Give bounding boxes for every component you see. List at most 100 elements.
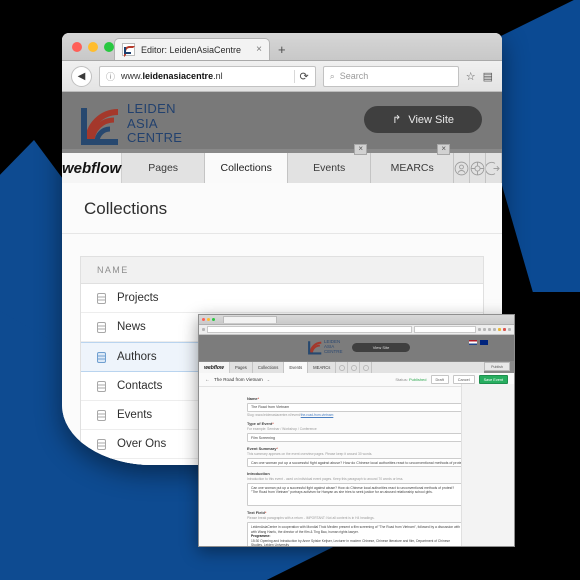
address-bar-value: www.leidenasiacentre.nl	[121, 71, 223, 81]
language-flags[interactable]	[469, 340, 488, 345]
nested-search-input[interactable]	[414, 326, 476, 333]
nested-account-icon[interactable]	[336, 362, 349, 373]
collection-name: Authors	[117, 351, 157, 363]
nested-menu-icon[interactable]	[508, 328, 511, 331]
nested-breadcrumb: The Road from Vietnam	[214, 377, 263, 382]
nested-publish-button[interactable]: Publish	[484, 362, 510, 371]
window-controls[interactable]	[72, 42, 114, 52]
search-icon: ⌕	[329, 70, 335, 81]
tab-pages[interactable]: Pages	[122, 153, 206, 183]
nested-toolbar-icon[interactable]	[488, 328, 491, 331]
nested-item-actions: Status: Published Draft Cancel Save Even…	[395, 375, 508, 384]
field-label-introduction: Introduction	[247, 471, 270, 476]
field-help-text-field: Please break paragraphs with a return - …	[247, 516, 375, 520]
field-input-name[interactable]: The Road from Vietnam	[247, 402, 466, 412]
reader-mode-icon[interactable]: ▤	[483, 70, 493, 83]
nested-webflow-logo[interactable]: webflow	[199, 362, 230, 373]
collection-icon	[97, 292, 106, 304]
tab-pages-label: Pages	[148, 162, 179, 174]
nested-browser-tab[interactable]	[223, 316, 277, 323]
back-button[interactable]: ◀	[71, 65, 92, 87]
field-label-type-of-event: Type of Event*	[247, 421, 274, 426]
column-header-name: NAME	[97, 265, 129, 275]
nested-close-window-button[interactable]	[202, 318, 205, 321]
field-slug-name: Slug: www.leidenasiacentre.nl/event/the-…	[247, 413, 334, 417]
nested-minimize-window-button[interactable]	[207, 318, 210, 321]
nested-help-icon[interactable]	[348, 362, 361, 373]
field-label-event-summary: Event Summary*	[247, 446, 278, 451]
nested-tab-collections[interactable]: Collections	[252, 362, 285, 373]
nested-logout-icon[interactable]	[360, 362, 373, 373]
nested-back-icon[interactable]	[202, 328, 205, 331]
minimize-window-button[interactable]	[88, 42, 98, 52]
collection-icon	[97, 351, 106, 363]
screenshot-stage: Editor: LeidenAsiaCentre × + ◀ ⓘ www.lei…	[0, 0, 580, 580]
nested-logo: LEIDEN ASIA CENTRE	[307, 339, 343, 355]
close-window-button[interactable]	[72, 42, 82, 52]
nested-titlebar	[199, 315, 514, 325]
nested-tabbar-spacer	[372, 362, 484, 373]
chevron-down-icon[interactable]: ⌄	[267, 377, 270, 382]
rich-line: LeidenAsiaCentre in cooperation with Mon…	[251, 525, 460, 534]
maximize-window-button[interactable]	[104, 42, 114, 52]
tab-mearcs[interactable]: MEARCs ×	[371, 144, 455, 183]
nested-tab-events[interactable]: Events	[284, 362, 309, 373]
webflow-logo[interactable]: webflow	[62, 153, 123, 183]
nested-back-icon[interactable]: ←	[205, 377, 210, 383]
nested-alert-icon[interactable]	[503, 328, 506, 331]
external-link-icon: ↱	[392, 114, 402, 126]
nested-tab-mearcs[interactable]: MEARCs	[308, 362, 337, 373]
site-info-icon[interactable]: ⓘ	[106, 70, 115, 83]
nested-bookmark-icon[interactable]	[498, 328, 501, 331]
field-input-event-summary[interactable]: Can one woman put up a successful fight …	[247, 458, 466, 467]
address-bar[interactable]: ⓘ www.leidenasiacentre.nl ⟳	[99, 65, 316, 87]
logo-wordmark: LEIDEN ASIA CENTRE	[127, 101, 182, 146]
browser-tab[interactable]: Editor: LeidenAsiaCentre ×	[114, 38, 270, 60]
nested-navbar	[199, 325, 514, 335]
table-header: NAME	[81, 257, 483, 284]
nested-site-header: LEIDEN ASIA CENTRE View Site	[199, 335, 514, 361]
collection-icon	[97, 438, 106, 450]
nested-view-site-button[interactable]: View Site	[352, 343, 410, 352]
table-row[interactable]: Projects	[81, 284, 483, 313]
bookmark-icon[interactable]: ☆	[466, 70, 476, 83]
nested-tab-pages[interactable]: Pages	[230, 362, 253, 373]
collection-name: News	[117, 321, 146, 333]
nested-address-bar[interactable]	[207, 326, 412, 333]
field-input-introduction[interactable]: Can one woman put up a successful fight …	[247, 483, 466, 506]
close-tab-icon[interactable]: ×	[256, 44, 262, 55]
browser-navbar: ◀ ⓘ www.leidenasiacentre.nl ⟳ ⌕ Search ☆…	[62, 61, 502, 92]
new-tab-button[interactable]: +	[278, 43, 286, 56]
field-input-type-of-event[interactable]: Film Screening	[247, 433, 466, 442]
field-input-text-field[interactable]: LeidenAsiaCentre in cooperation with Mon…	[247, 522, 466, 547]
nested-toolbar-icon[interactable]	[483, 328, 486, 331]
collection-icon	[97, 380, 106, 392]
close-tab-mearcs-icon[interactable]: ×	[437, 144, 451, 155]
collection-icon	[97, 409, 106, 421]
nested-toolbar-icon[interactable]	[493, 328, 496, 331]
account-icon[interactable]	[454, 153, 471, 183]
rich-line: 15:30 Opening and Introduction by Anne S…	[251, 538, 451, 547]
view-site-button[interactable]: ↱ View Site	[364, 106, 482, 133]
nested-logo-line-3: CENTRE	[324, 349, 343, 354]
tab-events-label: Events	[313, 162, 346, 174]
nested-draft-button[interactable]: Draft	[430, 375, 449, 384]
logo-line-1: LEIDEN	[127, 101, 176, 116]
nested-toolbar-icon[interactable]	[478, 328, 481, 331]
flag-nl-icon[interactable]	[469, 340, 477, 345]
reload-icon[interactable]: ⟳	[293, 69, 309, 83]
search-placeholder: Search	[339, 71, 369, 81]
logout-icon[interactable]	[486, 153, 502, 183]
nested-cancel-button[interactable]: Cancel	[452, 375, 475, 384]
nested-maximize-window-button[interactable]	[212, 318, 215, 321]
help-icon[interactable]	[470, 153, 487, 183]
tab-collections[interactable]: Collections	[205, 153, 289, 183]
tab-events[interactable]: Events ×	[288, 144, 372, 183]
browser-search-input[interactable]: ⌕ Search	[322, 65, 459, 87]
flag-uk-icon[interactable]	[480, 340, 488, 345]
close-tab-events-icon[interactable]: ×	[354, 144, 368, 155]
collection-name: Projects	[117, 292, 159, 304]
field-help-event-summary: This summary appears on the event overvi…	[247, 452, 373, 456]
nested-save-event-button[interactable]: Save Event	[478, 375, 508, 384]
nested-browser-window: LEIDEN ASIA CENTRE View Site webflow Pag…	[198, 314, 515, 547]
